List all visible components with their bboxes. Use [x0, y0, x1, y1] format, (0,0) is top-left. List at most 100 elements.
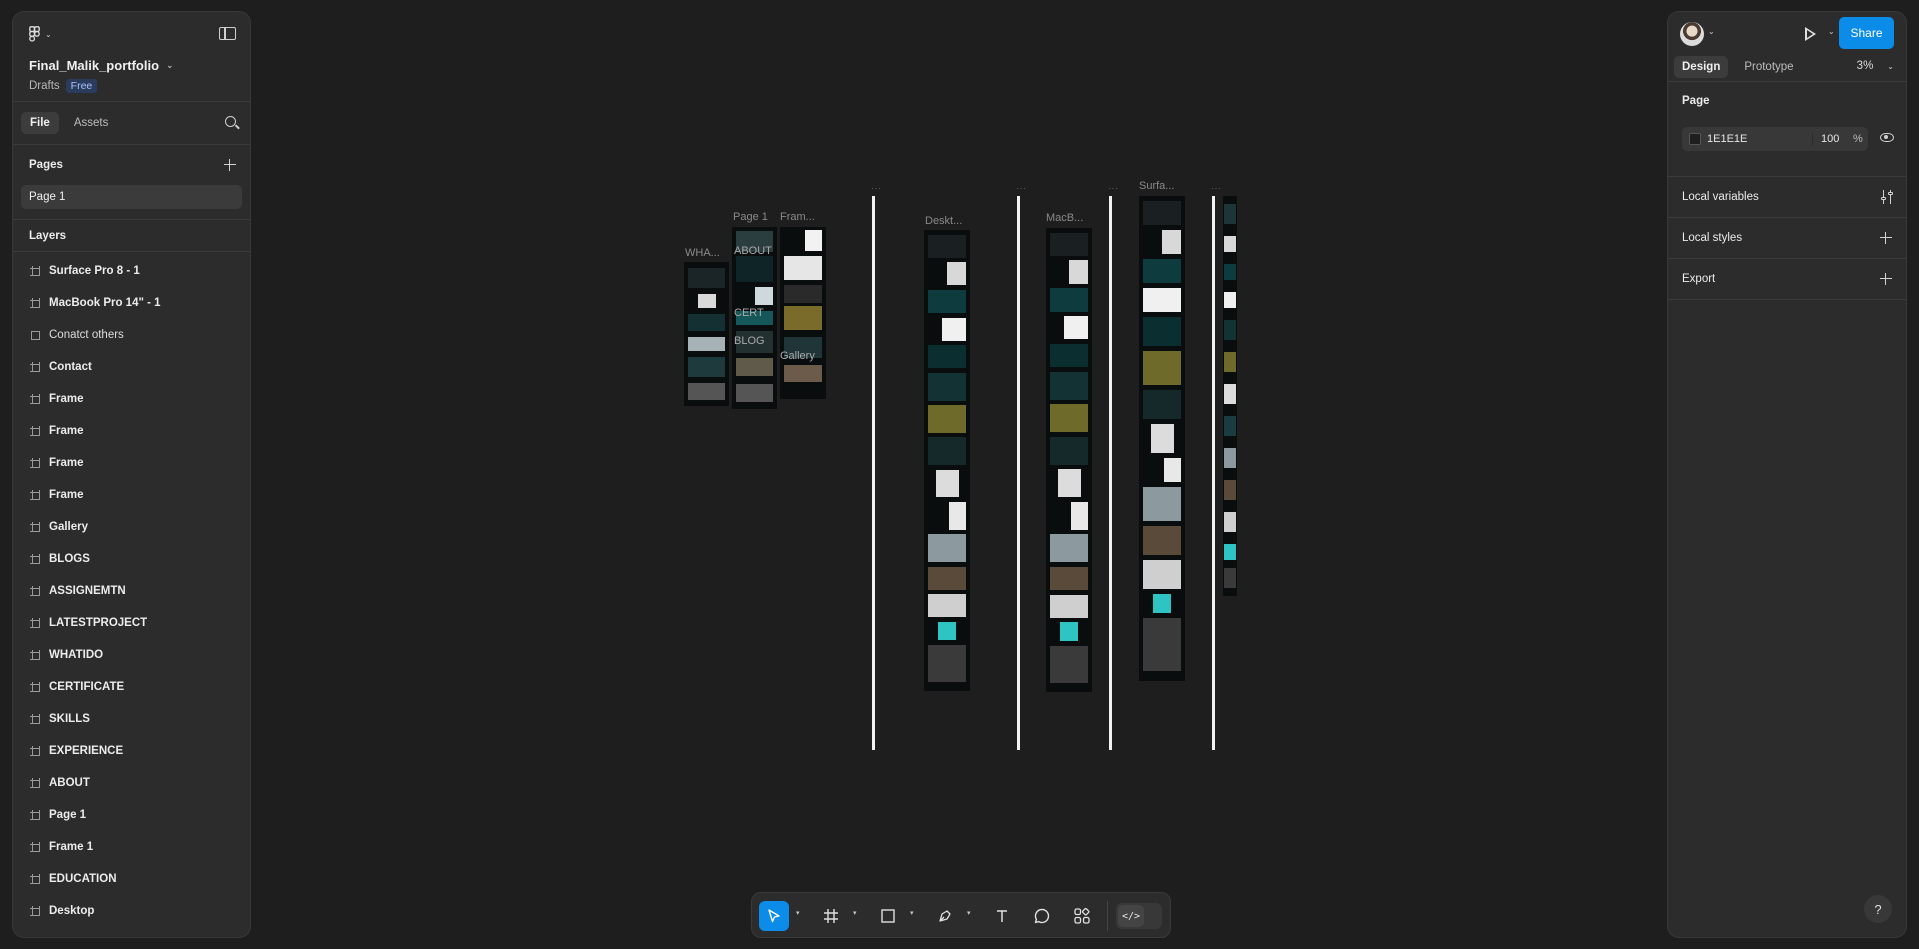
layer-label: Surface Pro 8 - 1	[49, 265, 140, 277]
chevron-down-icon[interactable]: ⌄	[1708, 27, 1715, 36]
left-tabs: File Assets	[13, 102, 250, 145]
move-tool[interactable]	[759, 901, 789, 931]
frame-icon	[30, 586, 40, 596]
layer-label: ABOUT	[49, 777, 90, 789]
frame-label[interactable]: Surfa...	[1139, 180, 1174, 192]
canvas-text: Gallery	[780, 350, 815, 362]
frame-label[interactable]: MacB...	[1046, 212, 1083, 224]
vertical-line[interactable]	[1017, 196, 1020, 750]
tab-file[interactable]: File	[21, 112, 59, 134]
layer-item[interactable]: Frame 1	[13, 831, 250, 863]
layer-label: BLOGS	[49, 553, 90, 565]
page-section-title: Page	[1682, 95, 1710, 107]
layer-item[interactable]: Gallery	[13, 511, 250, 543]
text-tool[interactable]	[987, 901, 1017, 931]
toggle-sidebar-icon[interactable]	[219, 27, 236, 40]
share-button[interactable]: Share	[1839, 17, 1894, 49]
layer-item[interactable]: Surface Pro 8 - 1	[13, 255, 250, 287]
frame-icon	[30, 426, 40, 436]
layer-label: Frame	[49, 457, 84, 469]
frame-thumbnail[interactable]	[684, 262, 729, 406]
tab-assets[interactable]: Assets	[65, 112, 118, 134]
layer-item[interactable]: Contact	[13, 351, 250, 383]
export-section[interactable]: Export	[1668, 259, 1906, 300]
layer-item[interactable]: Frame	[13, 447, 250, 479]
opacity-value[interactable]: 100	[1812, 133, 1839, 146]
layer-label: Frame	[49, 489, 84, 501]
hex-value[interactable]: 1E1E1E	[1707, 133, 1747, 145]
vertical-line[interactable]	[1109, 196, 1112, 750]
vertical-line[interactable]	[872, 196, 875, 750]
layer-item[interactable]: Page 1	[13, 799, 250, 831]
layer-item[interactable]: Frame	[13, 383, 250, 415]
frame-icon	[824, 909, 838, 923]
tab-prototype[interactable]: Prototype	[1736, 56, 1801, 78]
shape-tool[interactable]	[873, 901, 903, 931]
frame-tool[interactable]	[816, 901, 846, 931]
vertical-line[interactable]	[1212, 196, 1215, 750]
frame-icon	[30, 874, 40, 884]
desktop-frame-thumbnail[interactable]	[924, 230, 970, 691]
layer-item[interactable]: WHATIDO	[13, 639, 250, 671]
surface-frame-thumbnail[interactable]	[1139, 196, 1185, 681]
color-swatch[interactable]	[1689, 133, 1701, 145]
layer-item[interactable]: Desktop	[13, 895, 250, 927]
layer-item[interactable]: BLOGS	[13, 543, 250, 575]
chevron-down-icon[interactable]: ▾	[967, 909, 971, 917]
search-icon[interactable]	[225, 116, 236, 127]
local-styles-section[interactable]: Local styles	[1668, 218, 1906, 259]
layer-item[interactable]: EDUCATION	[13, 863, 250, 895]
layer-item[interactable]: EXPERIENCE	[13, 735, 250, 767]
add-page-icon[interactable]	[224, 159, 236, 171]
macbook-frame-thumbnail[interactable]	[1046, 228, 1092, 692]
zoom-dropdown[interactable]: 3% ⌄	[1857, 60, 1894, 72]
frame-label[interactable]: Deskt...	[925, 215, 962, 227]
chevron-down-icon[interactable]: ▾	[853, 909, 857, 917]
layer-label: Frame	[49, 393, 84, 405]
layer-label: Desktop	[49, 905, 95, 917]
actions-tool[interactable]	[1067, 901, 1097, 931]
layer-item[interactable]: CERTIFICATE	[13, 671, 250, 703]
variables-sliders-icon[interactable]	[1880, 190, 1894, 204]
frame-label[interactable]: Page 1	[733, 211, 768, 223]
help-button[interactable]: ?	[1864, 895, 1892, 923]
comment-tool[interactable]	[1027, 901, 1057, 931]
main-menu-button[interactable]: ⌄	[29, 26, 52, 42]
layer-item[interactable]: MacBook Pro 14" - 1	[13, 287, 250, 319]
layer-item[interactable]: Frame	[13, 479, 250, 511]
eye-icon[interactable]	[1880, 133, 1894, 142]
avatar[interactable]	[1680, 22, 1704, 46]
pen-tool[interactable]	[930, 901, 960, 931]
drafts-link[interactable]: Drafts	[29, 80, 60, 92]
local-variables-section[interactable]: Local variables	[1668, 177, 1906, 218]
background-color-field[interactable]: 1E1E1E 100 %	[1682, 127, 1868, 151]
frame-icon	[30, 394, 40, 404]
mobile-frame-thumbnail[interactable]	[1223, 196, 1237, 596]
layer-item[interactable]: SKILLS	[13, 703, 250, 735]
chevron-down-icon[interactable]: ▾	[796, 909, 800, 917]
present-play-icon[interactable]	[1805, 27, 1816, 41]
tab-design[interactable]: Design	[1674, 55, 1729, 78]
layer-item[interactable]: Conatct others	[13, 319, 250, 351]
layer-item[interactable]: ABOUT	[13, 767, 250, 799]
frame-thumbnail[interactable]	[780, 227, 826, 399]
chevron-down-icon: ⌄	[166, 60, 174, 70]
chevron-down-icon[interactable]: ▾	[910, 909, 914, 917]
frame-label[interactable]: WHA...	[685, 247, 720, 259]
add-export-icon[interactable]	[1880, 273, 1892, 285]
layer-item[interactable]: ASSIGNEMTN	[13, 575, 250, 607]
layer-item[interactable]: LATESTPROJECT	[13, 607, 250, 639]
file-name[interactable]: Final_Malik_portfolio ⌄	[29, 58, 174, 73]
frame-label[interactable]: Fram...	[780, 211, 815, 223]
plan-badge[interactable]: Free	[65, 79, 98, 93]
canvas-text: BLOG	[734, 335, 765, 347]
add-style-icon[interactable]	[1880, 232, 1892, 244]
chevron-down-icon[interactable]: ⌄	[1828, 27, 1835, 36]
page-item[interactable]: Page 1	[21, 185, 242, 209]
left-panel: ⌄ Final_Malik_portfolio ⌄ Drafts Free Fi…	[12, 11, 251, 938]
canvas[interactable]: WHA... Page 1 Fram... Deskt... MacB... S…	[251, 0, 1667, 949]
frame-icon	[30, 842, 40, 852]
frame-icon	[30, 522, 40, 532]
layer-item[interactable]: Frame	[13, 415, 250, 447]
dev-mode-toggle[interactable]: </>	[1116, 903, 1162, 929]
